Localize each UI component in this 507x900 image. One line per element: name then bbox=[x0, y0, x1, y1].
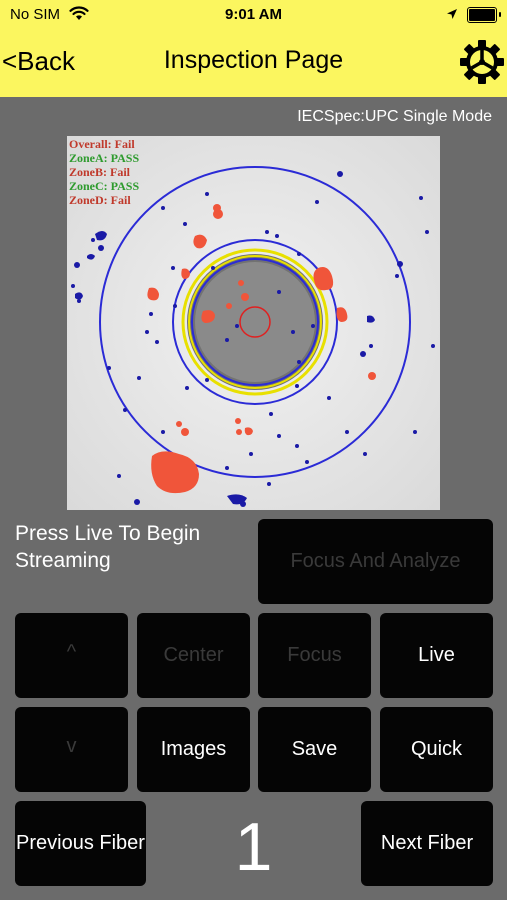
result-zone-a: ZoneA: PASS bbox=[69, 151, 139, 165]
focus-analyze-button[interactable]: Focus And Analyze bbox=[258, 519, 493, 604]
back-button[interactable]: <Back bbox=[2, 46, 75, 77]
status-bar: No SIM 9:01 AM bbox=[0, 0, 507, 30]
center-button[interactable]: Center bbox=[137, 613, 250, 698]
status-prompt: Press Live To Begin Streaming bbox=[15, 522, 201, 572]
move-down-button[interactable]: v bbox=[15, 707, 128, 792]
result-overall: Overall: Fail bbox=[69, 137, 135, 151]
images-button[interactable]: Images bbox=[137, 707, 250, 792]
result-zone-d: ZoneD: Fail bbox=[69, 193, 131, 207]
fiber-number: 1 bbox=[234, 809, 273, 885]
result-zone-b: ZoneB: Fail bbox=[69, 165, 131, 179]
next-fiber-button[interactable]: Next Fiber bbox=[361, 801, 493, 886]
clock: 9:01 AM bbox=[225, 6, 282, 23]
quick-button[interactable]: Quick bbox=[380, 707, 493, 792]
spec-label: IECSpec:UPC Single Mode bbox=[297, 108, 492, 125]
fiber-endface-image: Overall: Fail ZoneA: PASS ZoneB: Fail Zo… bbox=[67, 136, 440, 510]
save-button[interactable]: Save bbox=[258, 707, 371, 792]
page-title: Inspection Page bbox=[163, 46, 344, 74]
battery-icon bbox=[467, 7, 501, 23]
location-arrow-icon bbox=[446, 7, 458, 24]
result-zone-c: ZoneC: PASS bbox=[69, 179, 139, 193]
previous-fiber-button[interactable]: Previous Fiber bbox=[15, 801, 146, 886]
nav-bar: No SIM 9:01 AM <Back Inspection Page bbox=[0, 0, 507, 97]
live-button[interactable]: Live bbox=[380, 613, 493, 698]
focus-button[interactable]: Focus bbox=[258, 613, 371, 698]
gear-icon[interactable] bbox=[458, 38, 506, 86]
move-up-button[interactable]: ^ bbox=[15, 613, 128, 698]
